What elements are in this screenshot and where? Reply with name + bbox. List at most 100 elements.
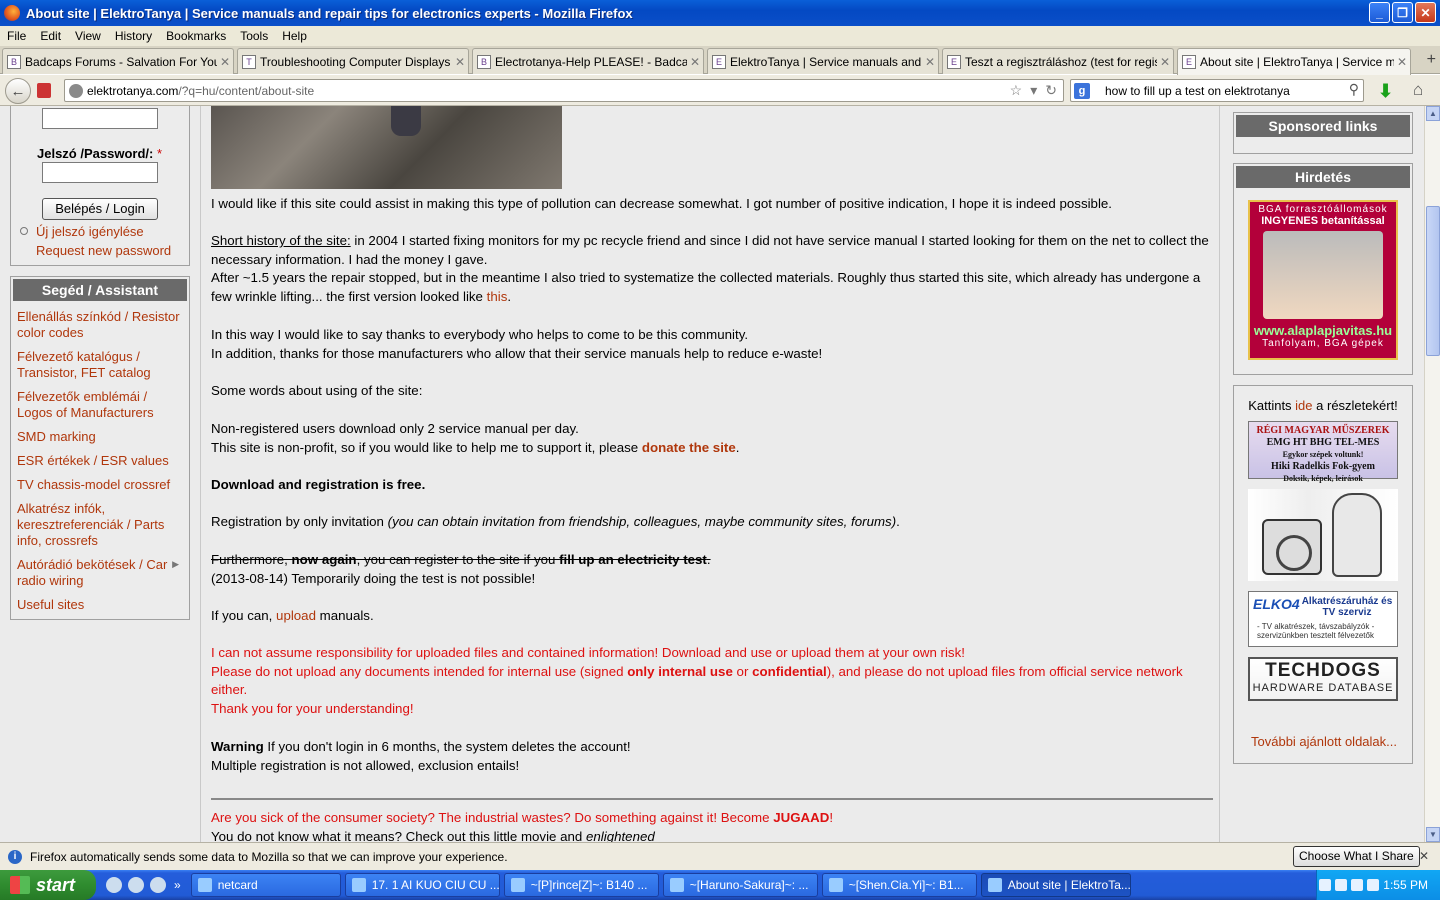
more-sites-link[interactable]: További ajánlott oldalak... bbox=[1234, 734, 1414, 749]
tab-teszt[interactable]: E Teszt a regisztráláshoz (test for regi… bbox=[942, 48, 1174, 74]
tab-close-icon[interactable]: ✕ bbox=[217, 55, 233, 69]
request-password-link[interactable]: Request new password bbox=[36, 241, 171, 260]
tray-icon[interactable] bbox=[1367, 879, 1380, 891]
task-firefox[interactable]: About site | ElektroTa... bbox=[980, 873, 1131, 897]
reload-icon[interactable]: ↻ bbox=[1045, 82, 1057, 99]
tab-electrotanya-help[interactable]: B Electrotanya-Help PLEASE! - Badcaps ..… bbox=[472, 48, 704, 74]
scroll-thumb[interactable] bbox=[1426, 206, 1440, 356]
choose-what-i-share-button[interactable]: Choose What I Share bbox=[1293, 846, 1420, 867]
back-button[interactable]: ← bbox=[5, 78, 31, 104]
search-bar[interactable]: g how to fill up a test on elektrotanya … bbox=[1070, 79, 1364, 102]
donate-link[interactable]: donate the site bbox=[642, 440, 736, 455]
tab-close-icon[interactable]: ✕ bbox=[922, 55, 938, 69]
furthermore-text: Furthermore, now again, you can register… bbox=[211, 552, 711, 567]
this-link[interactable]: this bbox=[487, 289, 508, 304]
download-icon[interactable]: ⬇ bbox=[1378, 81, 1393, 102]
task-shen[interactable]: ~[Shen.Cia.Yi]~: B1... bbox=[821, 873, 977, 897]
menu-bookmarks[interactable]: Bookmarks bbox=[159, 29, 233, 43]
tab-label: Badcaps Forums - Salvation For Your ... bbox=[25, 54, 217, 69]
jugaad-link[interactable]: JUGAAD bbox=[773, 810, 829, 825]
start-button[interactable]: start bbox=[0, 870, 96, 900]
warning-text: If you don't login in 6 months, the syst… bbox=[263, 739, 631, 754]
show-desktop-icon[interactable] bbox=[106, 877, 122, 893]
tab-about-site[interactable]: E About site | ElektroTanya | Service m.… bbox=[1177, 48, 1411, 75]
sponsored-block: Sponsored links bbox=[1233, 112, 1413, 154]
assist-link-useful[interactable]: Useful sites bbox=[17, 597, 183, 613]
assist-link-parts[interactable]: Alkatrész infók, keresztreferenciák / Pa… bbox=[17, 501, 183, 549]
close-window-button[interactable]: ✕ bbox=[1415, 2, 1436, 23]
muszerek-banner[interactable]: RÉGI MAGYAR MŰSZEREK EMG HT BHG TEL-MES … bbox=[1248, 421, 1398, 483]
username-input[interactable] bbox=[42, 108, 158, 129]
assist-link-transistor[interactable]: Félvezető katalógus / Transistor, FET ca… bbox=[17, 349, 183, 381]
quicklaunch-more-icon[interactable]: » bbox=[174, 878, 181, 892]
elko-banner[interactable]: ELKO4 Alkatrészáruház és TV szerviz - TV… bbox=[1248, 591, 1398, 647]
minimize-button[interactable]: _ bbox=[1369, 2, 1390, 23]
site-identity-icon[interactable] bbox=[69, 84, 83, 98]
tab-close-icon[interactable]: ✕ bbox=[452, 55, 468, 69]
new-tab-icon[interactable]: + bbox=[1427, 51, 1436, 69]
ide-link[interactable]: ide bbox=[1295, 398, 1312, 413]
url-bar[interactable]: elektrotanya.com/?q=hu/content/about-sit… bbox=[64, 79, 1064, 102]
menu-edit[interactable]: Edit bbox=[33, 29, 68, 43]
assist-link-tv-chassis[interactable]: TV chassis-model crossref bbox=[17, 477, 183, 493]
task-netcard[interactable]: netcard bbox=[190, 873, 341, 897]
ie-quicklaunch-icon[interactable] bbox=[150, 877, 166, 893]
task-prince[interactable]: ~[P]rince[Z]~: B140 ... bbox=[503, 873, 659, 897]
assist-link-smd[interactable]: SMD marking bbox=[17, 429, 183, 445]
search-icon[interactable]: ⚲ bbox=[1349, 81, 1359, 98]
windows-taskbar: start » netcard 17. 1 AI KUO CIU CU ... … bbox=[0, 870, 1440, 900]
bga-advertisement[interactable]: BGA forrasztóállomások INGYENES betanítá… bbox=[1248, 200, 1398, 360]
menu-history[interactable]: History bbox=[108, 29, 159, 43]
firefox-quicklaunch-icon[interactable] bbox=[128, 877, 144, 893]
history-paragraph: Short history of the site: in 2004 I sta… bbox=[211, 233, 1209, 304]
menu-tools[interactable]: Tools bbox=[233, 29, 275, 43]
assist-link-esr[interactable]: ESR értékek / ESR values bbox=[17, 453, 183, 469]
dropdown-icon[interactable]: ▾ bbox=[1030, 82, 1037, 99]
task-ai-kuo[interactable]: 17. 1 AI KUO CIU CU ... bbox=[344, 873, 500, 897]
tray-icon[interactable] bbox=[1351, 879, 1364, 891]
info-icon: i bbox=[8, 849, 22, 864]
new-password-link[interactable]: Új jelszó igénylése bbox=[36, 222, 171, 241]
tab-troubleshooting[interactable]: T Troubleshooting Computer Displays - ..… bbox=[237, 48, 469, 74]
navigation-toolbar: ← elektrotanya.com/?q=hu/content/about-s… bbox=[0, 75, 1440, 106]
login-button[interactable]: Belépés / Login bbox=[42, 198, 158, 220]
google-search-engine-icon[interactable]: g bbox=[1074, 83, 1090, 99]
assist-link-logos[interactable]: Félvezetők emblémái / Logos of Manufactu… bbox=[17, 389, 183, 421]
ad-line-3: Tanfolyam, BGA gépek bbox=[1262, 338, 1384, 349]
menu-file[interactable]: File bbox=[0, 29, 33, 43]
upload-link[interactable]: upload bbox=[276, 608, 316, 623]
techdogs-banner[interactable]: TECHDOGS HARDWARE DATABASE bbox=[1248, 657, 1398, 701]
maximize-button[interactable]: ❐ bbox=[1392, 2, 1413, 23]
tray-icon[interactable] bbox=[1319, 879, 1332, 891]
notification-close-icon[interactable]: ✕ bbox=[1419, 849, 1429, 863]
assist-link-resistor[interactable]: Ellenállás színkód / Resistor color code… bbox=[17, 309, 183, 341]
history-label: Short history of the site: bbox=[211, 233, 351, 248]
sponsored-title: Sponsored links bbox=[1236, 115, 1410, 137]
task-haruno[interactable]: ~[Haruno-Sakura]~: ... bbox=[662, 873, 818, 897]
tab-close-icon[interactable]: ✕ bbox=[687, 55, 703, 69]
registration-paragraph: Registration by only invitation (you can… bbox=[211, 514, 900, 529]
tray-icon[interactable] bbox=[1335, 879, 1348, 891]
bookmark-star-icon[interactable]: ☆ bbox=[1010, 82, 1023, 99]
sick-text: Are you sick of the consumer society? Th… bbox=[211, 810, 774, 825]
washing-machine-banner[interactable] bbox=[1248, 489, 1398, 581]
expand-arrow-icon[interactable]: ▶ bbox=[172, 559, 179, 570]
addon-icon[interactable] bbox=[37, 83, 51, 98]
menu-view[interactable]: View bbox=[68, 29, 108, 43]
assist-link-car-radio[interactable]: Autórádió bekötések / Car radio wiring bbox=[17, 557, 183, 589]
window-titlebar: About site | ElektroTanya | Service manu… bbox=[0, 0, 1440, 26]
search-input[interactable]: how to fill up a test on elektrotanya bbox=[1105, 84, 1290, 98]
upload-paragraph: If you can, upload manuals. bbox=[211, 607, 1211, 626]
free-text: Download and registration is free. bbox=[211, 477, 426, 492]
home-icon[interactable]: ⌂ bbox=[1413, 80, 1423, 100]
tab-close-icon[interactable]: ✕ bbox=[1394, 55, 1410, 69]
menu-help[interactable]: Help bbox=[275, 29, 314, 43]
elko-logo: ELKO4 bbox=[1253, 596, 1300, 612]
scroll-up-icon[interactable]: ▲ bbox=[1426, 106, 1440, 121]
tab-close-icon[interactable]: ✕ bbox=[1157, 55, 1173, 69]
scroll-down-icon[interactable]: ▼ bbox=[1426, 827, 1440, 842]
tab-elektrotanya-service[interactable]: E ElektroTanya | Service manuals and r..… bbox=[707, 48, 939, 74]
tab-badcaps-forums[interactable]: B Badcaps Forums - Salvation For Your ..… bbox=[2, 48, 234, 74]
password-input[interactable] bbox=[42, 162, 158, 183]
vertical-scrollbar[interactable]: ▲ ▼ bbox=[1424, 106, 1440, 842]
